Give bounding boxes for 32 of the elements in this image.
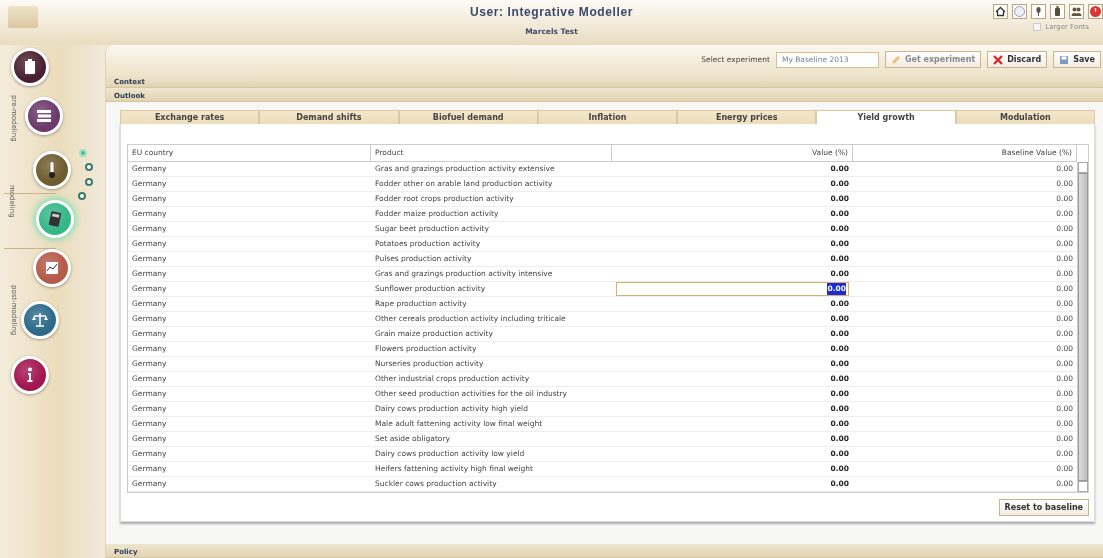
logo: [8, 6, 38, 28]
tab[interactable]: Inflation: [537, 110, 678, 124]
close-icon: [993, 54, 1004, 65]
step-dot[interactable]: [85, 163, 93, 171]
pencil-icon: [890, 54, 901, 65]
tab[interactable]: Biofuel demand: [398, 110, 538, 124]
tab[interactable]: Demand shifts: [259, 110, 399, 124]
tab[interactable]: Exchange rates: [120, 110, 260, 124]
page-title: User: Integrative Modeller: [470, 4, 633, 21]
nav-button[interactable]: [11, 356, 49, 394]
step-dot[interactable]: [78, 192, 86, 200]
people-button[interactable]: [1069, 4, 1084, 19]
tab[interactable]: Energy prices: [677, 110, 817, 124]
home-button[interactable]: [993, 4, 1008, 19]
save-icon: [1059, 54, 1070, 65]
power-icon: [1089, 5, 1102, 18]
nav-button[interactable]: [33, 151, 71, 189]
tab[interactable]: Modulation: [955, 110, 1095, 124]
bottle-button[interactable]: [1050, 4, 1065, 19]
nav-button[interactable]: [11, 48, 49, 86]
home-icon: [994, 5, 1007, 18]
microphone-button[interactable]: [1031, 4, 1046, 19]
tab[interactable]: Yield growth: [816, 110, 956, 124]
scrollbar[interactable]: [1077, 162, 1088, 492]
scales-icon: [30, 310, 50, 330]
step-dot[interactable]: [85, 178, 93, 186]
nav-button[interactable]: [36, 200, 74, 238]
reset-button[interactable]: Reset to baseline: [998, 499, 1089, 516]
power-button[interactable]: [1088, 4, 1103, 19]
people-icon: [1070, 5, 1083, 18]
nav-button[interactable]: [25, 97, 63, 135]
nav-button[interactable]: [21, 301, 59, 339]
